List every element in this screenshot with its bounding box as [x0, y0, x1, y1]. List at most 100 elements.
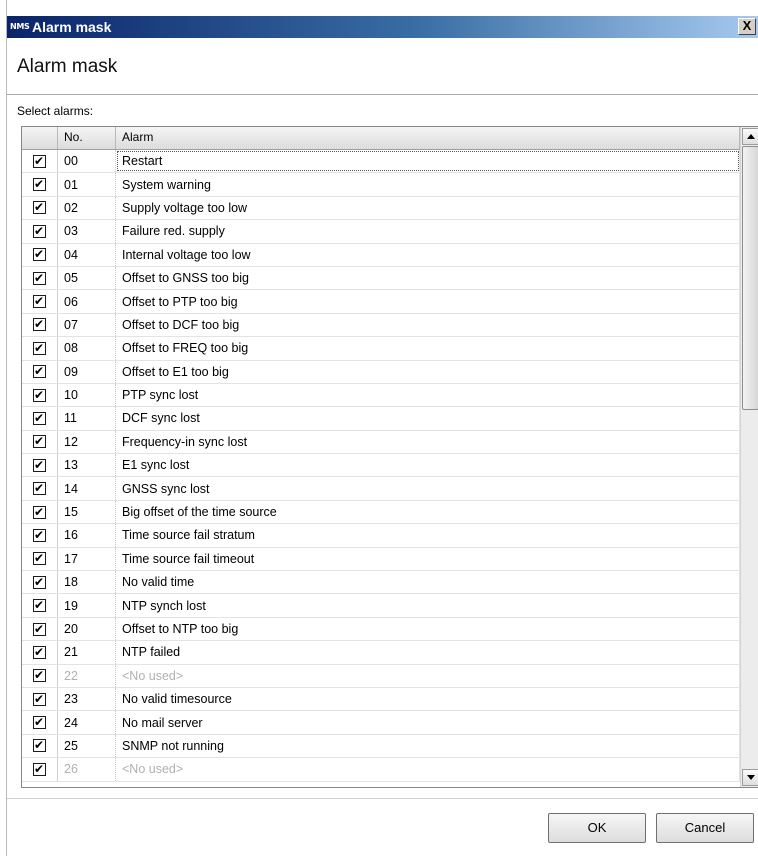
table-row[interactable]: ✔ 18 No valid time: [22, 571, 740, 595]
table-row[interactable]: ✔ 13 E1 sync lost: [22, 454, 740, 478]
table-row[interactable]: ✔ 12 Frequency-in sync lost: [22, 430, 740, 455]
close-button[interactable]: X: [738, 18, 756, 35]
table-row[interactable]: ✔ 26 <No used>: [22, 758, 740, 782]
table-row[interactable]: ✔ 16 Time source fail stratum: [22, 524, 740, 548]
scroll-thumb[interactable]: [742, 146, 758, 410]
scroll-down-button[interactable]: [742, 769, 758, 786]
table-row[interactable]: ✔ 04 Internal voltage too low: [22, 243, 740, 267]
row-checkbox-cell[interactable]: ✔: [22, 290, 58, 313]
scroll-up-button[interactable]: [742, 128, 758, 145]
alarm-checkbox[interactable]: ✔: [33, 294, 46, 309]
table-row[interactable]: ✔ 06 Offset to PTP too big: [22, 290, 740, 314]
table-row[interactable]: ✔ 14 GNSS sync lost: [22, 477, 740, 501]
checkmark-icon: ✔: [34, 294, 45, 309]
alarm-checkbox[interactable]: ✔: [33, 247, 46, 262]
alarm-checkbox[interactable]: ✔: [33, 411, 46, 425]
row-checkbox-cell[interactable]: ✔: [22, 641, 58, 664]
table-row[interactable]: ✔ 09 Offset to E1 too big: [22, 360, 740, 384]
column-header-no[interactable]: No.: [58, 127, 116, 149]
table-row[interactable]: ✔ 23 No valid timesource: [22, 687, 740, 712]
table-row[interactable]: ✔ 05 Offset to GNSS too big: [22, 266, 740, 291]
alarm-name: Offset to E1 too big: [116, 360, 740, 383]
alarm-checkbox[interactable]: ✔: [33, 200, 46, 215]
column-header-check[interactable]: [22, 127, 58, 149]
table-row[interactable]: ✔ 19 NTP synch lost: [22, 594, 740, 618]
alarm-checkbox[interactable]: ✔: [33, 551, 46, 566]
alarm-checkbox[interactable]: ✔: [33, 715, 46, 730]
row-checkbox-cell[interactable]: ✔: [22, 524, 58, 547]
alarm-checkbox[interactable]: ✔: [33, 622, 46, 636]
alarm-number: 08: [58, 337, 116, 360]
table-row[interactable]: ✔ 22 <No used>: [22, 664, 740, 688]
table-row[interactable]: ✔ 08 Offset to FREQ too big: [22, 337, 740, 361]
alarm-checkbox[interactable]: ✔: [33, 388, 46, 402]
row-checkbox-cell[interactable]: ✔: [22, 430, 58, 454]
alarm-number: 16: [58, 524, 116, 547]
alarm-checkbox[interactable]: ✔: [33, 575, 46, 589]
alarm-checkbox[interactable]: ✔: [33, 177, 46, 192]
table-row[interactable]: ✔ 20 Offset to NTP too big: [22, 617, 740, 642]
alarm-checkbox[interactable]: ✔: [33, 271, 46, 285]
alarm-checkbox[interactable]: ✔: [33, 505, 46, 519]
table-row[interactable]: ✔ 07 Offset to DCF too big: [22, 313, 740, 338]
alarm-name: Supply voltage too low: [116, 196, 740, 220]
row-checkbox-cell[interactable]: ✔: [22, 617, 58, 641]
alarm-checkbox[interactable]: ✔: [33, 668, 46, 683]
alarm-checkbox[interactable]: ✔: [33, 364, 46, 379]
alarm-checkbox[interactable]: ✔: [33, 224, 46, 238]
alarm-checkbox[interactable]: ✔: [33, 458, 46, 472]
alarm-checkbox[interactable]: ✔: [33, 528, 46, 542]
row-checkbox-cell[interactable]: ✔: [22, 220, 58, 243]
table-row[interactable]: ✔ 11 DCF sync lost: [22, 407, 740, 431]
row-checkbox-cell[interactable]: ✔: [22, 383, 58, 407]
alarm-checkbox[interactable]: ✔: [33, 481, 46, 496]
alarm-checkbox[interactable]: ✔: [33, 154, 46, 168]
row-checkbox-cell[interactable]: ✔: [22, 173, 58, 196]
row-checkbox-cell[interactable]: ✔: [22, 454, 58, 477]
row-checkbox-cell[interactable]: ✔: [22, 734, 58, 758]
table-row[interactable]: ✔ 03 Failure red. supply: [22, 220, 740, 244]
table-row[interactable]: ✔ 01 System warning: [22, 173, 740, 197]
row-checkbox-cell[interactable]: ✔: [22, 243, 58, 266]
vertical-scrollbar[interactable]: [740, 127, 758, 787]
table-row[interactable]: ✔ 02 Supply voltage too low: [22, 196, 740, 221]
page-title: Alarm mask: [17, 56, 118, 77]
ok-button[interactable]: OK: [548, 813, 646, 843]
row-checkbox-cell[interactable]: ✔: [22, 266, 58, 290]
alarm-number: 25: [58, 734, 116, 758]
alarm-checkbox[interactable]: ✔: [33, 598, 46, 613]
table-row[interactable]: ✔ 10 PTP sync lost: [22, 383, 740, 408]
row-checkbox-cell[interactable]: ✔: [22, 477, 58, 500]
row-checkbox-cell[interactable]: ✔: [22, 547, 58, 571]
row-checkbox-cell[interactable]: ✔: [22, 594, 58, 617]
table-row[interactable]: ✔ 25 SNMP not running: [22, 734, 740, 759]
alarm-number: 03: [58, 220, 116, 243]
cancel-button[interactable]: Cancel: [656, 813, 754, 843]
column-header-alarm[interactable]: Alarm: [116, 127, 740, 149]
alarm-checkbox[interactable]: ✔: [33, 762, 46, 776]
table-row[interactable]: ✔ 17 Time source fail timeout: [22, 547, 740, 572]
table-row[interactable]: ✔ 00 Restart: [22, 150, 740, 174]
table-row[interactable]: ✔ 15 Big offset of the time source: [22, 500, 740, 525]
row-checkbox-cell[interactable]: ✔: [22, 313, 58, 337]
alarm-checkbox[interactable]: ✔: [33, 317, 46, 332]
alarm-checkbox[interactable]: ✔: [33, 434, 46, 449]
row-checkbox-cell[interactable]: ✔: [22, 758, 58, 781]
row-checkbox-cell[interactable]: ✔: [22, 711, 58, 734]
table-row[interactable]: ✔ 24 No mail server: [22, 711, 740, 735]
alarm-checkbox[interactable]: ✔: [33, 341, 46, 355]
row-checkbox-cell[interactable]: ✔: [22, 687, 58, 711]
row-checkbox-cell[interactable]: ✔: [22, 337, 58, 360]
alarm-checkbox[interactable]: ✔: [33, 692, 46, 706]
row-checkbox-cell[interactable]: ✔: [22, 571, 58, 594]
alarm-checkbox[interactable]: ✔: [33, 645, 46, 659]
alarm-checkbox[interactable]: ✔: [33, 738, 46, 753]
row-checkbox-cell[interactable]: ✔: [22, 664, 58, 687]
row-checkbox-cell[interactable]: ✔: [22, 360, 58, 383]
table-row[interactable]: ✔ 21 NTP failed: [22, 641, 740, 665]
row-checkbox-cell[interactable]: ✔: [22, 150, 58, 173]
row-checkbox-cell[interactable]: ✔: [22, 196, 58, 220]
row-checkbox-cell[interactable]: ✔: [22, 500, 58, 524]
row-checkbox-cell[interactable]: ✔: [22, 407, 58, 430]
grid-body: ✔ 00 Restart ✔ 01 System warning ✔ 02 Supply vol…: [22, 150, 740, 782]
